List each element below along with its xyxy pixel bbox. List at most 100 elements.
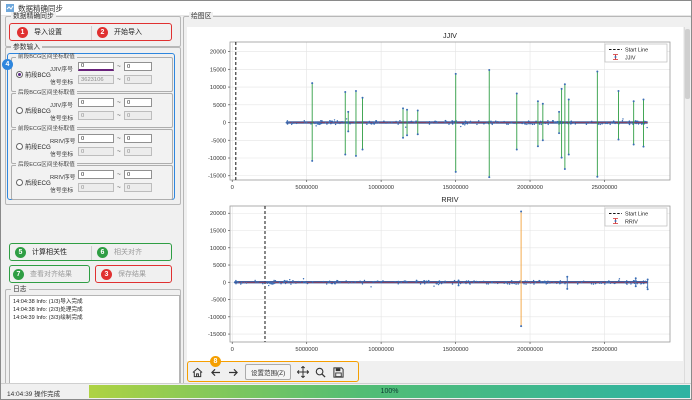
- rriv-chart[interactable]: 0 5000000 10000000 15000000 20000000 25000000…: [188, 193, 682, 359]
- title-bar: 数据精确同步: [1, 1, 691, 16]
- svg-text:15000: 15000: [210, 229, 226, 235]
- log-line: 14:04:38 Info: (1/3)导入完成: [13, 298, 176, 306]
- params-group-label: 参数输入: [11, 43, 42, 52]
- radio-dot: [16, 179, 23, 186]
- jjiv-chart[interactable]: 0500000010000000150000002000000025000000…: [188, 28, 682, 194]
- jjiv-index-from-input[interactable]: [78, 98, 114, 107]
- svg-text:5000: 5000: [213, 103, 226, 109]
- signal-coord-to-input: [124, 75, 152, 84]
- save-icon[interactable]: [332, 365, 345, 379]
- section-front-bcg: 前段BCG区间坐标取值 前段BCG JJIV序号 ~ 信号坐标 ~: [11, 57, 173, 92]
- correlation-align-button[interactable]: 6 相关对齐: [97, 246, 167, 258]
- svg-text:-15000: -15000: [208, 174, 226, 180]
- step-badge-2: 2: [97, 27, 108, 38]
- log-group-label: 日志: [11, 285, 29, 294]
- svg-text:0: 0: [231, 185, 234, 191]
- section-rear-bcg: 后段BCG区间坐标取值 后段BCG JJIV序号 ~ 信号坐标 ~: [11, 93, 173, 128]
- svg-text:15000: 15000: [210, 67, 226, 73]
- plot-scrollbar[interactable]: [684, 27, 690, 383]
- radio-front-bcg[interactable]: 前段BCG: [16, 70, 51, 79]
- svg-text:10000: 10000: [210, 246, 226, 252]
- start-import-button[interactable]: 2 开始导入: [97, 26, 167, 38]
- rriv-index-to-input[interactable]: [124, 134, 152, 143]
- log-line: 14:04:39 Info: (3/3)绘制完成: [13, 314, 176, 322]
- home-icon[interactable]: [191, 365, 204, 379]
- plot-group-label: 绘图区: [189, 12, 213, 21]
- svg-text:25000000: 25000000: [592, 347, 618, 353]
- signal-coord-to-input: [124, 147, 152, 156]
- rriv-index-from-input[interactable]: [78, 134, 114, 143]
- svg-text:JJIV: JJIV: [625, 56, 636, 62]
- jjiv-index-to-input[interactable]: [124, 98, 152, 107]
- svg-text:0: 0: [223, 121, 226, 127]
- svg-text:5000000: 5000000: [295, 185, 318, 191]
- divider: [91, 246, 92, 260]
- progress-bar: 100%: [89, 385, 690, 398]
- svg-text:15000000: 15000000: [443, 347, 469, 353]
- jjiv-index-from-input[interactable]: [78, 62, 114, 71]
- svg-text:10000: 10000: [210, 85, 226, 91]
- svg-text:0: 0: [231, 347, 234, 353]
- rriv-index-to-input[interactable]: [124, 170, 152, 179]
- svg-text:-5000: -5000: [211, 138, 226, 144]
- step-badge-6: 6: [97, 247, 108, 258]
- svg-text:Start Line: Start Line: [625, 212, 648, 218]
- import-settings-button[interactable]: 1 导入设置: [17, 26, 87, 38]
- svg-text:0: 0: [223, 280, 226, 286]
- step-badge-5: 5: [15, 247, 26, 258]
- app-window: 数据精确同步 数据精确同步 1 导入设置 2 开始导入 参数输入 4 前段BCG…: [0, 0, 692, 400]
- radio-front-ecg[interactable]: 前段ECG: [16, 142, 51, 151]
- divider: [91, 26, 92, 40]
- log-line: 14:04:38 Info: (2/3)处理完成: [13, 306, 176, 314]
- svg-text:20000: 20000: [210, 211, 226, 217]
- svg-text:-10000: -10000: [208, 315, 226, 321]
- app-icon: [6, 4, 14, 12]
- set-range-button[interactable]: 设置范围(Z): [245, 364, 291, 380]
- status-text: 14:04:39 操作完成: [7, 388, 60, 398]
- signal-coord-from-input: [78, 111, 114, 120]
- svg-text:20000: 20000: [210, 50, 226, 56]
- progress-label: 100%: [381, 388, 399, 395]
- forward-icon[interactable]: [227, 365, 240, 379]
- radio-rear-ecg[interactable]: 后段ECG: [16, 178, 51, 187]
- sync-group-label: 数据精确同步: [11, 12, 56, 21]
- log-textarea[interactable]: 14:04:38 Info: (1/3)导入完成 14:04:38 Info: …: [9, 295, 180, 385]
- svg-text:Start Line: Start Line: [625, 48, 648, 54]
- radio-rear-bcg[interactable]: 后段BCG: [16, 106, 51, 115]
- svg-text:20000000: 20000000: [517, 185, 543, 191]
- step-badge-4: 4: [2, 59, 13, 70]
- pan-icon[interactable]: [296, 365, 309, 379]
- svg-text:10000000: 10000000: [368, 185, 394, 191]
- figure-canvas: 0500000010000000150000002000000025000000…: [187, 27, 683, 361]
- svg-text:5000: 5000: [213, 263, 226, 269]
- save-result-button[interactable]: 3 保存结果: [101, 268, 169, 280]
- status-bar: 14:04:39 操作完成 100%: [1, 383, 691, 399]
- signal-coord-from-input: [78, 183, 114, 192]
- jjiv-index-to-input[interactable]: [124, 62, 152, 71]
- compute-correlation-button[interactable]: 5 计算相关性: [15, 246, 87, 258]
- radio-dot: [16, 107, 23, 114]
- radio-dot: [16, 143, 23, 150]
- step-badge-7: 7: [13, 269, 24, 280]
- step-badge-3: 3: [101, 269, 112, 280]
- svg-text:RRIV: RRIV: [441, 195, 458, 204]
- svg-text:10000000: 10000000: [368, 347, 394, 353]
- svg-text:RRIV: RRIV: [625, 220, 638, 226]
- signal-coord-to-input: [124, 111, 152, 120]
- svg-text:5000000: 5000000: [295, 347, 318, 353]
- scrollbar-thumb[interactable]: [685, 29, 690, 99]
- rriv-index-from-input[interactable]: [78, 170, 114, 179]
- signal-coord-to-input: [124, 183, 152, 192]
- svg-text:15000000: 15000000: [443, 185, 469, 191]
- back-icon[interactable]: [209, 365, 222, 379]
- view-align-result-button[interactable]: 7 查看对齐结果: [13, 268, 87, 280]
- signal-coord-from-input: [78, 75, 114, 84]
- section-front-ecg: 前段ECG区间坐标取值 前段ECG RRIV序号 ~ 信号坐标 ~: [11, 129, 173, 164]
- svg-text:20000000: 20000000: [517, 347, 543, 353]
- svg-text:-15000: -15000: [208, 332, 226, 338]
- zoom-icon[interactable]: [314, 365, 327, 379]
- section-rear-ecg: 后段ECG区间坐标取值 后段ECG RRIV序号 ~ 信号坐标 ~: [11, 165, 173, 200]
- signal-coord-from-input: [78, 147, 114, 156]
- svg-text:-10000: -10000: [208, 156, 226, 162]
- step-badge-1: 1: [17, 27, 28, 38]
